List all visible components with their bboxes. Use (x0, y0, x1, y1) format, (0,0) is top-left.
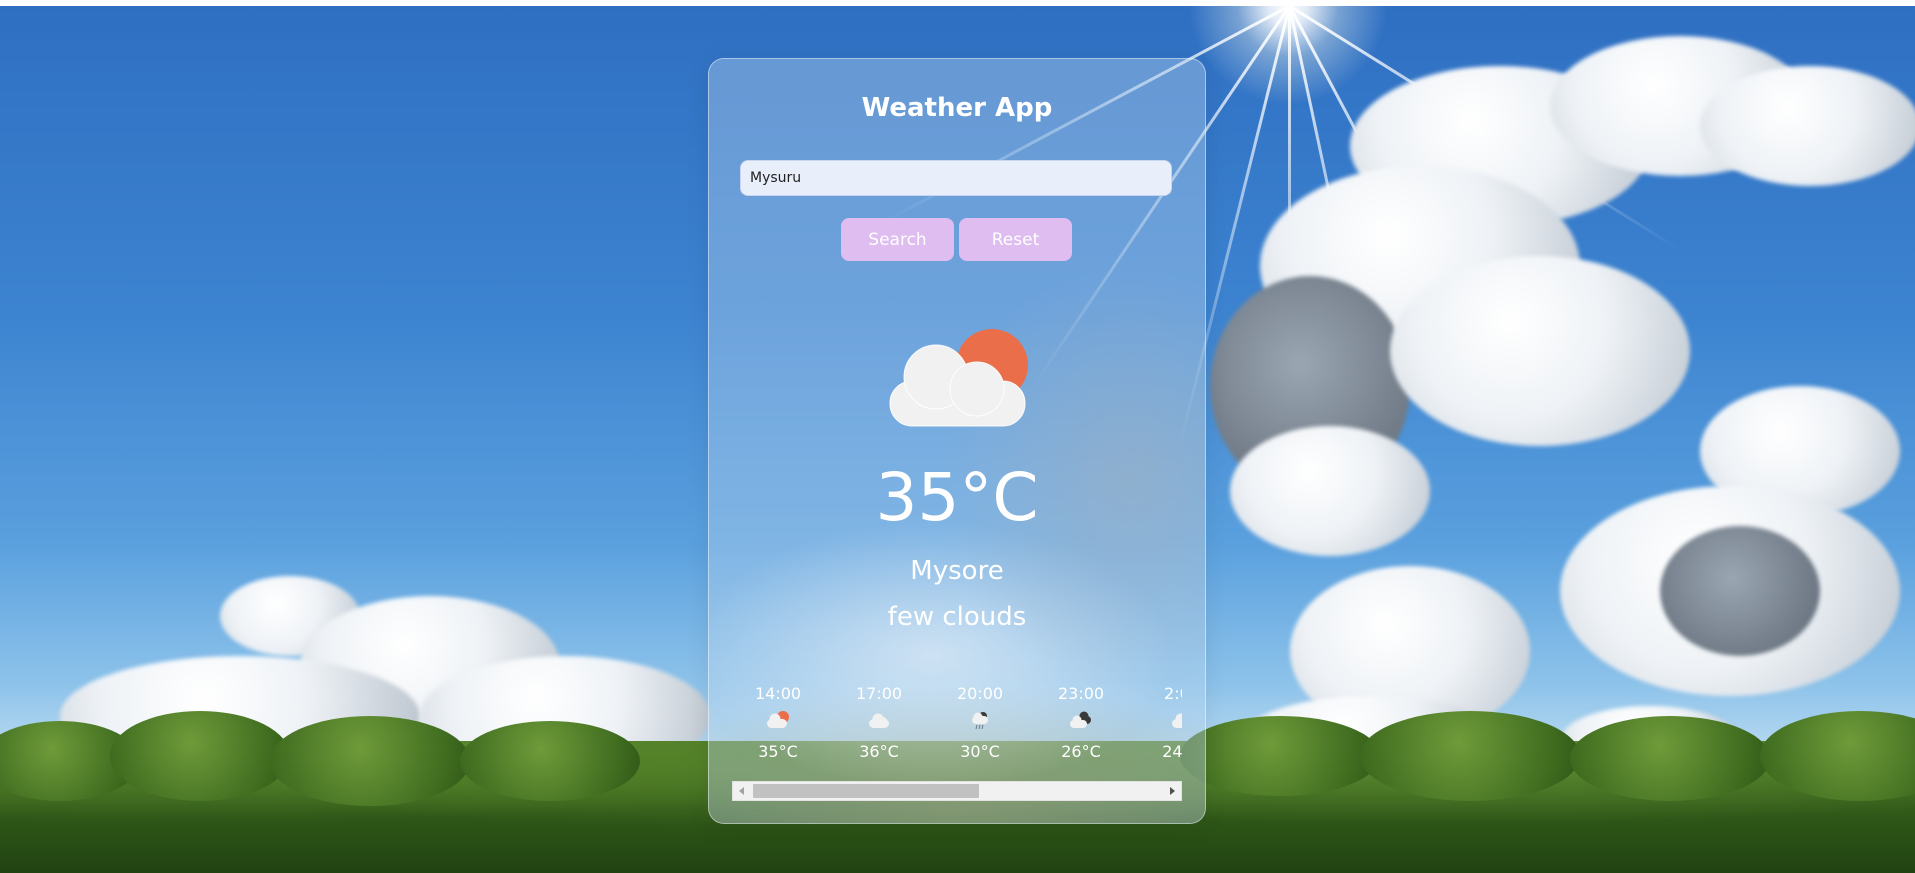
weather-card: Weather App Search Reset 35°C Mysore few… (708, 58, 1206, 824)
forecast-item: 2:00 24°C (1136, 684, 1182, 762)
forecast-time: 14:00 (754, 684, 802, 703)
few-clouds-day-icon (889, 329, 1028, 427)
cloud-icon (869, 713, 889, 728)
few-clouds-day-icon (767, 711, 789, 728)
reset-button[interactable]: Reset (959, 218, 1072, 261)
cloud (1230, 426, 1430, 556)
forecast-time: 17:00 (855, 684, 903, 703)
rain-night-icon (972, 712, 988, 730)
forecast-time: 20:00 (956, 684, 1004, 703)
forecast-item: 20:00 30°C (934, 684, 1026, 762)
scrollbar-thumb[interactable] (753, 784, 979, 798)
forecast-item: 23:00 26°C (1035, 684, 1127, 762)
tree (460, 721, 640, 801)
forecast-item: 14:00 35°C (732, 684, 824, 762)
search-button[interactable]: Search (841, 218, 954, 261)
weather-description: few clouds (887, 602, 1027, 632)
city-search-input[interactable] (740, 160, 1172, 196)
card-content: Weather App Search Reset 35°C Mysore few… (709, 59, 1205, 823)
forecast-temperature: 30°C (960, 742, 1000, 761)
city-name: Mysore (910, 556, 1004, 586)
tree (1180, 716, 1380, 796)
app-title: Weather App (861, 93, 1053, 123)
forecast-time: 2:00 (1164, 684, 1182, 703)
forecast-temperature: 26°C (1061, 742, 1101, 761)
tree (110, 711, 290, 801)
cloud (1390, 256, 1690, 446)
broken-clouds-night-icon (1070, 711, 1091, 728)
forecast-temperature: 35°C (758, 742, 798, 761)
tree (270, 716, 470, 806)
current-temperature: 35°C (875, 459, 1039, 536)
scroll-left-arrow-icon[interactable] (733, 782, 751, 800)
cloud (1700, 66, 1915, 186)
tree (1760, 711, 1915, 801)
forecast-temperature: 36°C (859, 742, 899, 761)
forecast-temperature: 24°C (1162, 742, 1182, 761)
tree (1360, 711, 1580, 801)
forecast-time: 23:00 (1057, 684, 1105, 703)
tree (1570, 716, 1770, 801)
scroll-right-arrow-icon[interactable] (1163, 782, 1181, 800)
forecast-horizontal-scrollbar[interactable] (732, 781, 1182, 801)
forecast-item: 17:00 36°C (833, 684, 925, 762)
cloud-icon (1172, 713, 1182, 728)
cloud (1660, 526, 1820, 656)
